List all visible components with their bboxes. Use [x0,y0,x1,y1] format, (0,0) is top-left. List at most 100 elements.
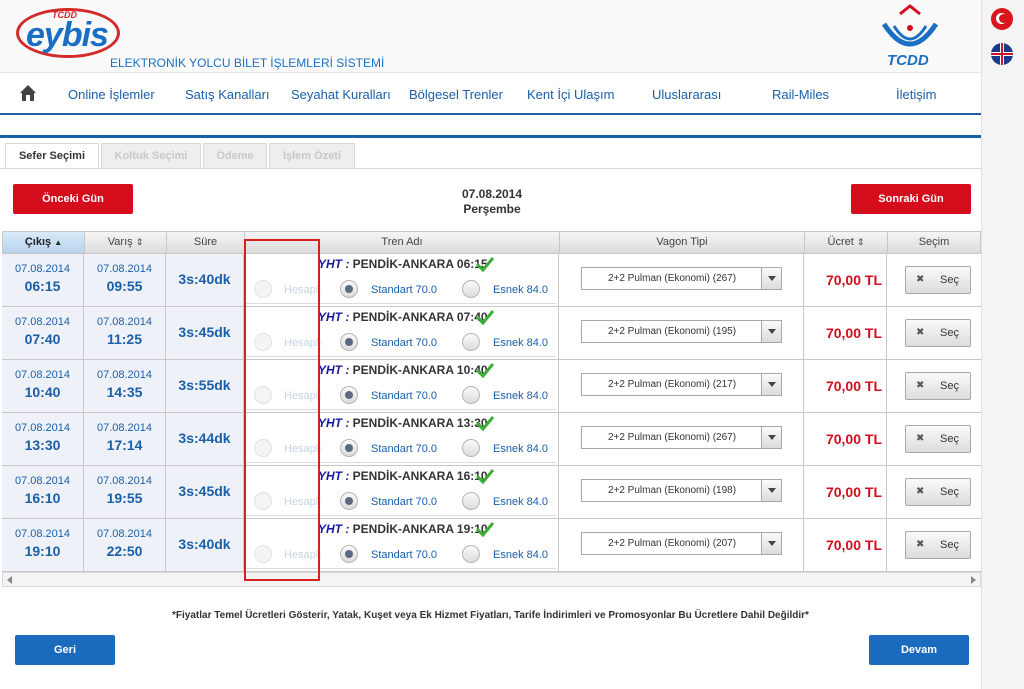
nav-uluslararasi[interactable]: Uluslararası [652,87,721,102]
wagon-cell: 2+2 Pulman (Ekonomi) (195) [559,307,804,359]
radio-standart[interactable] [340,439,358,457]
previous-day-button[interactable]: Önceki Gün [13,184,133,214]
arrival-time: 17:14 [106,437,143,453]
site-title: ELEKTRONİK YOLCU BİLET İŞLEMLERİ SİSTEMİ [110,56,385,70]
tab-sefer-secimi[interactable]: Sefer Seçimi [5,143,99,169]
duration-value: 3s:40dk [178,271,231,287]
check-icon [476,416,494,431]
main-nav: Online İşlemler Satış Kanalları Seyahat … [0,72,981,115]
select-button[interactable]: ✖ Seç [905,531,971,559]
header-price[interactable]: Ücret ⇕ [805,232,888,253]
radio-esnek[interactable] [462,492,480,510]
select-button[interactable]: ✖ Seç [905,478,971,506]
back-button[interactable]: Geri [15,635,115,665]
page: TCDD eybis ELEKTRONİK YOLCU BİLET İŞLEML… [0,0,981,689]
turkish-flag-icon[interactable] [991,8,1013,30]
nav-rail-miles[interactable]: Rail-Miles [772,87,829,102]
label-standart: Standart 70.0 [371,496,438,508]
departure-time: 06:15 [24,278,61,294]
radio-esnek[interactable] [462,439,480,457]
wagon-type-select[interactable]: 2+2 Pulman (Ekonomi) (198) [581,479,782,502]
scroll-left-icon[interactable] [7,576,12,584]
departure-cell: 07.08.2014 07:40 [2,307,84,359]
price-cell: 70,00 TL [804,254,887,306]
nav-bolgesel-trenler[interactable]: Bölgesel Trenler [409,87,503,102]
continue-button[interactable]: Devam [869,635,969,665]
horizontal-scrollbar[interactable] [2,572,981,587]
select-button[interactable]: ✖ Seç [905,266,971,294]
header-departure[interactable]: Çıkış ▲ [3,232,85,253]
header-arrival[interactable]: Varış ⇕ [85,232,167,253]
price-cell: 70,00 TL [804,519,887,571]
radio-esnek[interactable] [462,545,480,563]
duration-cell: 3s:45dk [166,466,244,518]
sort-icon: ⇕ [856,237,865,247]
price-cell: 70,00 TL [804,466,887,518]
wagon-cell: 2+2 Pulman (Ekonomi) (217) [559,360,804,412]
wagon-type-value: 2+2 Pulman (Ekonomi) (267) [607,432,737,443]
select-cell: ✖ Seç [887,466,981,518]
select-button[interactable]: ✖ Seç [905,319,971,347]
select-button-label: Seç [940,539,959,551]
departure-date: 07.08.2014 [14,316,71,328]
close-icon: ✖ [916,380,925,391]
header-departure-label: Çıkış [24,236,52,248]
radio-standart[interactable] [340,333,358,351]
radio-esnek[interactable] [462,280,480,298]
eybis-logo[interactable]: TCDD eybis [16,8,120,58]
radio-esnek[interactable] [462,386,480,404]
departure-cell: 07.08.2014 13:30 [2,413,84,465]
nav-satis-kanallari[interactable]: Satış Kanalları [185,87,270,102]
next-day-button[interactable]: Sonraki Gün [851,184,971,214]
uk-flag-icon[interactable] [991,43,1013,65]
arrival-date: 07.08.2014 [96,422,153,434]
section-divider [0,135,981,138]
train-name: YHT : PENDİK-ANKARA 13:30 [318,416,488,430]
tab-islem-ozeti: İşlem Özeti [269,143,355,169]
radio-standart[interactable] [340,492,358,510]
nav-seyahat-kurallari[interactable]: Seyahat Kuralları [291,87,391,102]
chevron-down-icon[interactable] [761,533,781,554]
departure-time: 16:10 [24,490,61,506]
table-row: 07.08.2014 10:40 07.08.2014 14:35 3s:55d… [2,360,981,413]
chevron-down-icon[interactable] [761,321,781,342]
scroll-right-icon[interactable] [971,576,976,584]
radio-standart[interactable] [340,280,358,298]
header-arrival-label: Varış [107,236,133,248]
close-icon: ✖ [916,539,925,550]
chevron-down-icon[interactable] [761,374,781,395]
nav-online-islemler[interactable]: Online İşlemler [68,87,155,102]
departure-time: 13:30 [24,437,61,453]
duration-value: 3s:45dk [178,324,231,340]
chevron-down-icon[interactable] [761,268,781,289]
select-cell: ✖ Seç [887,519,981,571]
select-button[interactable]: ✖ Seç [905,372,971,400]
select-button-label: Seç [940,433,959,445]
close-icon: ✖ [916,327,925,338]
tab-koltuk-secimi: Koltuk Seçimi [101,143,201,169]
nav-kent-ici-ulasim[interactable]: Kent İçi Ulaşım [527,87,614,102]
train-type: YHT : [318,310,350,324]
chevron-down-icon[interactable] [761,480,781,501]
radio-standart[interactable] [340,545,358,563]
wagon-type-select[interactable]: 2+2 Pulman (Ekonomi) (195) [581,320,782,343]
wagon-type-select[interactable]: 2+2 Pulman (Ekonomi) (207) [581,532,782,555]
label-standart: Standart 70.0 [371,390,438,402]
train-route: PENDİK-ANKARA 10:40 [349,363,488,377]
radio-standart[interactable] [340,386,358,404]
train-type: YHT : [318,257,350,271]
header-select: Seçim [918,236,950,248]
close-icon: ✖ [916,486,925,497]
select-button[interactable]: ✖ Seç [905,425,971,453]
wagon-type-select[interactable]: 2+2 Pulman (Ekonomi) (217) [581,373,782,396]
chevron-down-icon[interactable] [761,427,781,448]
select-button-label: Seç [940,327,959,339]
radio-esnek[interactable] [462,333,480,351]
home-icon[interactable] [19,84,37,102]
table-row: 07.08.2014 16:10 07.08.2014 19:55 3s:45d… [2,466,981,519]
wagon-type-select[interactable]: 2+2 Pulman (Ekonomi) (267) [581,426,782,449]
wagon-type-select[interactable]: 2+2 Pulman (Ekonomi) (267) [581,267,782,290]
label-esnek: Esnek 84.0 [493,496,549,508]
arrival-cell: 07.08.2014 17:14 [84,413,166,465]
nav-iletisim[interactable]: İletişim [896,87,936,102]
